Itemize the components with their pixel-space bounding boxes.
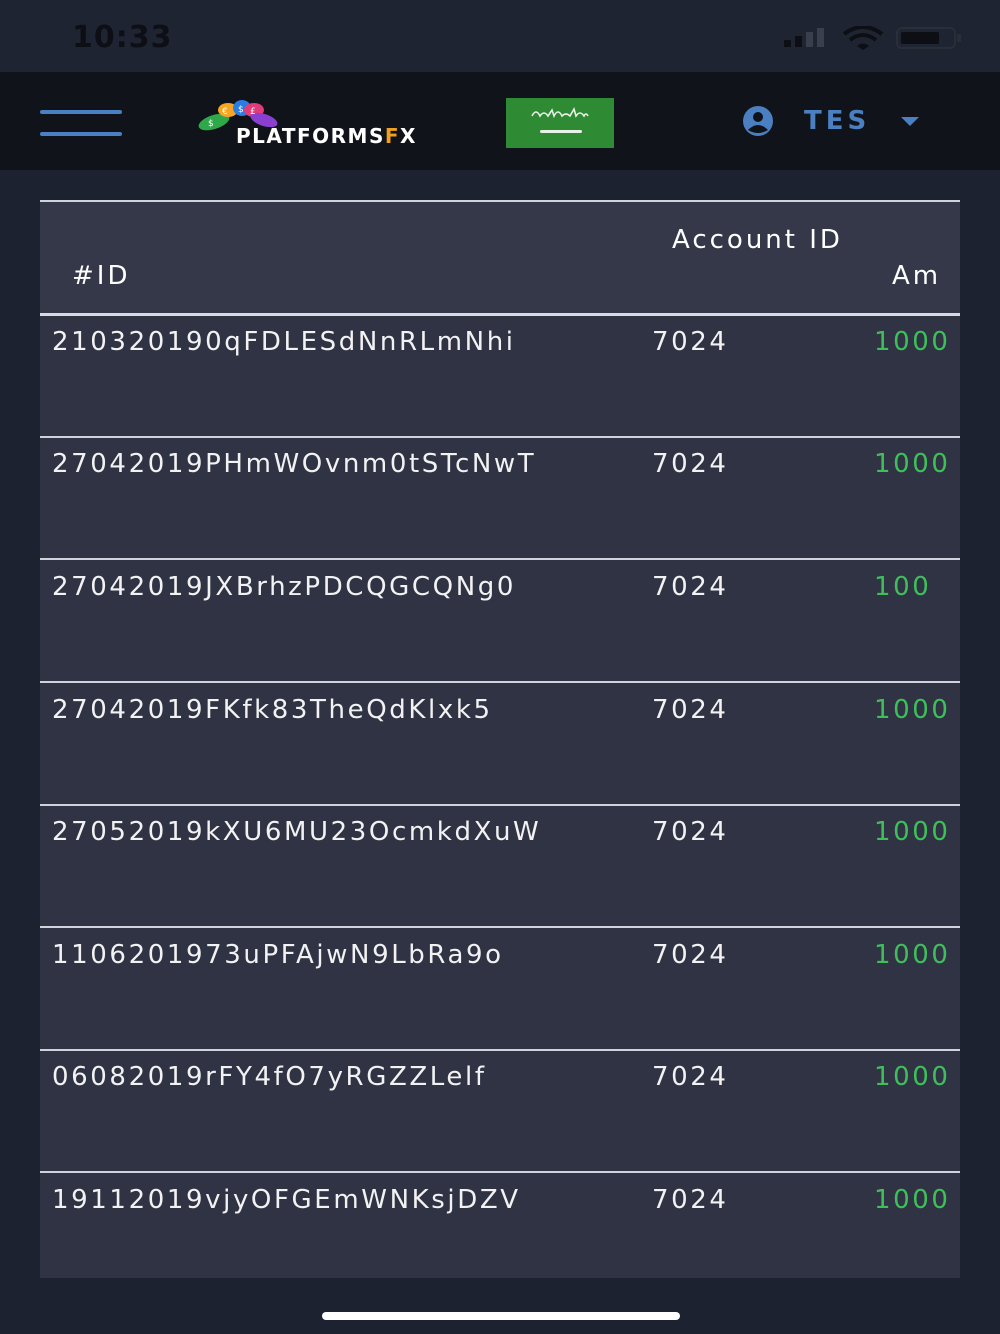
svg-text:$: $ bbox=[208, 119, 214, 129]
cell-id: 210320190qFDLESdNnRLmNhi bbox=[52, 327, 516, 357]
table-row[interactable]: 27052019kXU6MU23OcmkdXuW 7024 1000 bbox=[40, 806, 960, 928]
cell-id: 27042019JXBrhzPDCQGCQNg0 bbox=[52, 572, 516, 602]
table-row[interactable]: 06082019rFY4fO7yRGZZLelf 7024 1000 bbox=[40, 1051, 960, 1173]
table-row[interactable]: 1106201973uPFAjwN9LbRa9o 7024 1000 bbox=[40, 929, 960, 1051]
cell-amount: 100 bbox=[874, 572, 932, 602]
cell-account-id: 7024 bbox=[652, 327, 729, 357]
cell-account-id: 7024 bbox=[652, 1062, 729, 1092]
status-time: 10:33 bbox=[72, 20, 173, 55]
cell-account-id: 7024 bbox=[652, 695, 729, 725]
cell-id: 1106201973uPFAjwN9LbRa9o bbox=[52, 940, 504, 970]
cell-account-id: 7024 bbox=[652, 449, 729, 479]
menu-icon[interactable] bbox=[40, 110, 122, 138]
svg-text:£: £ bbox=[250, 107, 256, 117]
column-header-account-id[interactable]: Account ID bbox=[672, 222, 872, 258]
cell-amount: 1000 bbox=[874, 817, 951, 847]
top-navbar: € $ £ $ PLATFORMSFX TES bbox=[0, 72, 1000, 170]
cell-amount: 1000 bbox=[874, 1185, 951, 1215]
svg-text:€: € bbox=[222, 107, 228, 117]
wifi-icon bbox=[842, 26, 884, 50]
cell-id: 27052019kXU6MU23OcmkdXuW bbox=[52, 817, 542, 847]
table-header: #ID Account ID Am bbox=[40, 200, 960, 316]
status-bar: 10:33 bbox=[0, 0, 1000, 72]
cell-id: 06082019rFY4fO7yRGZZLelf bbox=[52, 1062, 487, 1092]
cell-account-id: 7024 bbox=[652, 572, 729, 602]
column-header-amount[interactable]: Am bbox=[892, 258, 941, 294]
user-account-menu[interactable]: TES bbox=[740, 106, 930, 138]
battery-icon bbox=[896, 27, 961, 49]
table-row[interactable]: 27042019FKfk83TheQdKlxk5 7024 1000 bbox=[40, 684, 960, 806]
cell-account-id: 7024 bbox=[652, 940, 729, 970]
platformsfx-logo[interactable]: € $ £ $ PLATFORMSFX bbox=[192, 98, 452, 148]
home-indicator[interactable] bbox=[322, 1312, 680, 1320]
cell-amount: 1000 bbox=[874, 695, 951, 725]
cell-amount: 1000 bbox=[874, 327, 951, 357]
cell-amount: 1000 bbox=[874, 449, 951, 479]
cell-account-id: 7024 bbox=[652, 817, 729, 847]
cell-id: 27042019PHmWOvnm0tSTcNwT bbox=[52, 449, 537, 479]
cell-amount: 1000 bbox=[874, 1062, 951, 1092]
cell-amount: 1000 bbox=[874, 940, 951, 970]
flag-sword-icon bbox=[540, 130, 582, 133]
transactions-table: #ID Account ID Am 210320190qFDLESdNnRLmN… bbox=[40, 200, 960, 1278]
svg-text:$: $ bbox=[238, 105, 244, 115]
logo-text: PLATFORMSFX bbox=[236, 124, 417, 148]
table-row[interactable]: 19112019vjyOFGEmWNKsjDZV 7024 1000 bbox=[40, 1174, 960, 1278]
user-avatar-icon bbox=[743, 106, 773, 136]
table-row[interactable]: 210320190qFDLESdNnRLmNhi 7024 1000 bbox=[40, 316, 960, 438]
table-row[interactable]: 27042019JXBrhzPDCQGCQNg0 7024 100 bbox=[40, 561, 960, 683]
cell-id: 19112019vjyOFGEmWNKsjDZV bbox=[52, 1185, 521, 1215]
saudi-flag-language-button[interactable] bbox=[506, 98, 614, 148]
cell-id: 27042019FKfk83TheQdKlxk5 bbox=[52, 695, 493, 725]
flag-script-icon bbox=[531, 106, 589, 119]
cellular-signal-icon bbox=[784, 28, 824, 47]
username-label: TES bbox=[804, 106, 871, 136]
table-row[interactable]: 27042019PHmWOvnm0tSTcNwT 7024 1000 bbox=[40, 438, 960, 560]
cell-account-id: 7024 bbox=[652, 1185, 729, 1215]
chevron-down-icon bbox=[901, 117, 919, 126]
column-header-id[interactable]: #ID bbox=[72, 258, 130, 294]
